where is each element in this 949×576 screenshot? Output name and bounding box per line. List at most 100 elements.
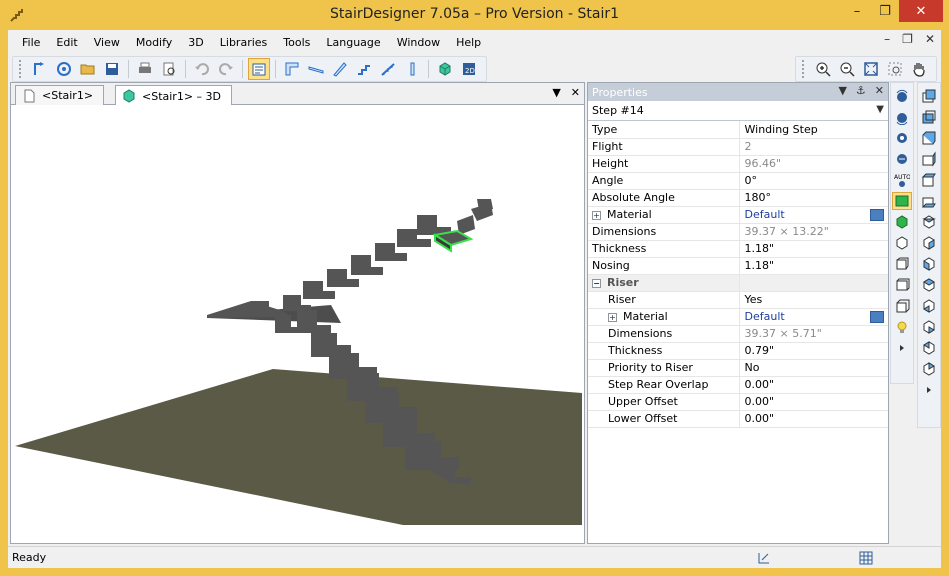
property-row[interactable]: Thickness 0.79" [588,342,888,360]
menu-window[interactable]: Window [389,32,448,54]
auto-rotate-icon[interactable]: AUTO [892,171,912,189]
wire-cube-icon[interactable] [892,234,912,252]
menu-3d[interactable]: 3D [180,32,211,54]
menu-view[interactable]: View [86,32,128,54]
property-row[interactable]: Thickness 1.18" [588,240,888,258]
menu-tools[interactable]: Tools [275,32,318,54]
iso-view-2-icon[interactable] [919,234,939,252]
panel-pin-icon[interactable]: ⚓ [856,84,866,97]
tab-stair1-3d[interactable]: <Stair1> – 3D [115,85,233,106]
property-row[interactable]: Height 96.46" [588,155,888,173]
property-row-material[interactable]: + Material Default [588,206,888,224]
property-value[interactable]: Winding Step [739,121,888,139]
property-row[interactable]: Lower Offset 0.00" [588,410,888,428]
3d-viewport[interactable] [11,105,584,543]
panel-menu-dropdown-icon[interactable]: ▼ [838,84,846,97]
shaded-mode-icon[interactable] [892,192,912,210]
snap-icon[interactable] [756,550,772,566]
stair-angled-icon[interactable] [329,58,351,80]
property-row-material[interactable]: + Material Default [588,308,888,326]
property-value[interactable]: 1.18" [739,257,888,275]
properties-toggle-icon[interactable] [248,58,270,80]
property-value-cell[interactable]: Default [739,308,888,326]
panel-close-icon[interactable]: ✕ [875,84,884,97]
expand-plus-icon[interactable]: + [592,210,601,220]
rotate-right-icon[interactable] [892,108,912,126]
material-browse-icon[interactable] [870,208,884,221]
tab-stair1-plan[interactable]: <Stair1> [15,85,105,105]
pan-hand-icon[interactable] [908,58,930,80]
property-value[interactable]: 0.00" [739,410,888,428]
grid-icon[interactable] [858,550,874,566]
property-row[interactable]: Type Winding Step [588,121,888,139]
property-value[interactable]: 0.00" [739,376,888,394]
zoom-out-icon[interactable] [836,58,858,80]
toolbar-overflow-icon[interactable] [892,339,912,357]
orbit-free-icon[interactable] [892,150,912,168]
iso-view-6-icon[interactable] [919,318,939,336]
property-row[interactable]: Absolute Angle 180° [588,189,888,207]
iso-view-7-icon[interactable] [919,339,939,357]
view-back-icon[interactable] [919,108,939,126]
toolbar-overflow-icon[interactable] [919,381,939,399]
mdi-minimize-button[interactable]: – [884,32,890,46]
stair-straight-icon[interactable] [305,58,327,80]
menu-help[interactable]: Help [448,32,489,54]
iso-view-3-icon[interactable] [919,255,939,273]
object-selector-dropdown[interactable]: Step #14 ▼ [588,101,888,121]
rotate-left-icon[interactable] [892,87,912,105]
box-view-icon[interactable] [892,276,912,294]
handrail-icon[interactable] [377,58,399,80]
minimize-button[interactable]: – [843,0,871,22]
undo-icon[interactable] [191,58,213,80]
property-row[interactable]: Riser Yes [588,291,888,309]
tab-close-icon[interactable]: ✕ [571,86,580,99]
property-value[interactable]: 0.00" [739,393,888,411]
material-browse-icon[interactable] [870,310,884,323]
collapse-minus-icon[interactable]: − [592,278,601,288]
chevron-down-icon[interactable]: ▼ [876,104,884,115]
property-group-riser[interactable]: − Riser [588,274,888,292]
redo-icon[interactable] [215,58,237,80]
iso-view-5-icon[interactable] [919,297,939,315]
stringer-icon[interactable] [353,58,375,80]
stair-l-shape-icon[interactable] [281,58,303,80]
orbit-icon[interactable] [892,129,912,147]
view-right-icon[interactable] [919,150,939,168]
property-value[interactable]: No [739,359,888,377]
outline-cube-icon[interactable] [892,297,912,315]
menu-file[interactable]: File [14,32,48,54]
property-row[interactable]: Priority to Riser No [588,359,888,377]
menu-edit[interactable]: Edit [48,32,85,54]
view-2d-plan-icon[interactable]: 2D [458,58,480,80]
property-row[interactable]: Step Rear Overlap 0.00" [588,376,888,394]
property-value[interactable]: 1.18" [739,240,888,258]
iso-view-8-icon[interactable] [919,360,939,378]
property-value-cell[interactable]: Default [739,206,888,224]
light-bulb-icon[interactable] [892,318,912,336]
zoom-extents-icon[interactable] [860,58,882,80]
mdi-close-button[interactable]: ✕ [925,32,935,46]
menu-modify[interactable]: Modify [128,32,180,54]
iso-view-4-icon[interactable] [919,276,939,294]
property-value[interactable]: Yes [739,291,888,309]
selected-step-highlight[interactable] [432,229,474,253]
print-icon[interactable] [134,58,156,80]
view-left-icon[interactable] [919,129,939,147]
open-folder-icon[interactable] [77,58,99,80]
menu-language[interactable]: Language [318,32,388,54]
view-bottom-icon[interactable] [919,192,939,210]
view-3d-cube-icon[interactable] [434,58,456,80]
property-row[interactable]: Angle 0° [588,172,888,190]
wizard-icon[interactable] [53,58,75,80]
zoom-in-icon[interactable] [812,58,834,80]
property-row[interactable]: Dimensions 39.37 × 5.71" [588,325,888,343]
property-value[interactable]: 0.79" [739,342,888,360]
mdi-restore-button[interactable]: ❐ [902,32,913,46]
property-row[interactable]: Flight 2 [588,138,888,156]
expand-plus-icon[interactable]: + [608,312,617,322]
toolbar-grip[interactable] [802,60,806,78]
close-button[interactable]: ✕ [899,0,943,22]
menu-libraries[interactable]: Libraries [212,32,276,54]
print-preview-icon[interactable] [158,58,180,80]
